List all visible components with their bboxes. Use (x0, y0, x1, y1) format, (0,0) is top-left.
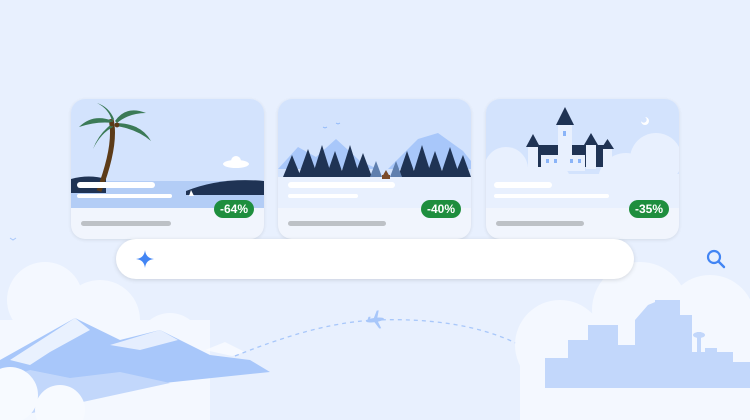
discount-badge: -40% (420, 200, 461, 218)
castle-scene-image (486, 99, 679, 208)
discount-badge: -64% (213, 200, 254, 218)
forest-scene-image (278, 99, 471, 208)
bird (9, 237, 17, 241)
card-caption-line (496, 221, 584, 226)
card-caption-line (288, 221, 386, 226)
right-clouds (515, 262, 750, 420)
search-icon[interactable] (705, 248, 727, 270)
deal-card-castle[interactable]: -35% (486, 99, 679, 239)
search-input[interactable] (168, 247, 592, 273)
discount-badge: -35% (628, 200, 669, 218)
sparkle-icon (136, 250, 154, 268)
travel-deals-illustration: -64% -40% -35% (0, 0, 750, 420)
deal-card-forest[interactable]: -40% (278, 99, 471, 239)
beach-scene-image (71, 99, 264, 208)
search-bar[interactable] (116, 239, 726, 279)
airplane-icon (366, 310, 384, 329)
card-caption-line (81, 221, 171, 226)
deal-card-beach[interactable]: -64% (71, 99, 264, 239)
